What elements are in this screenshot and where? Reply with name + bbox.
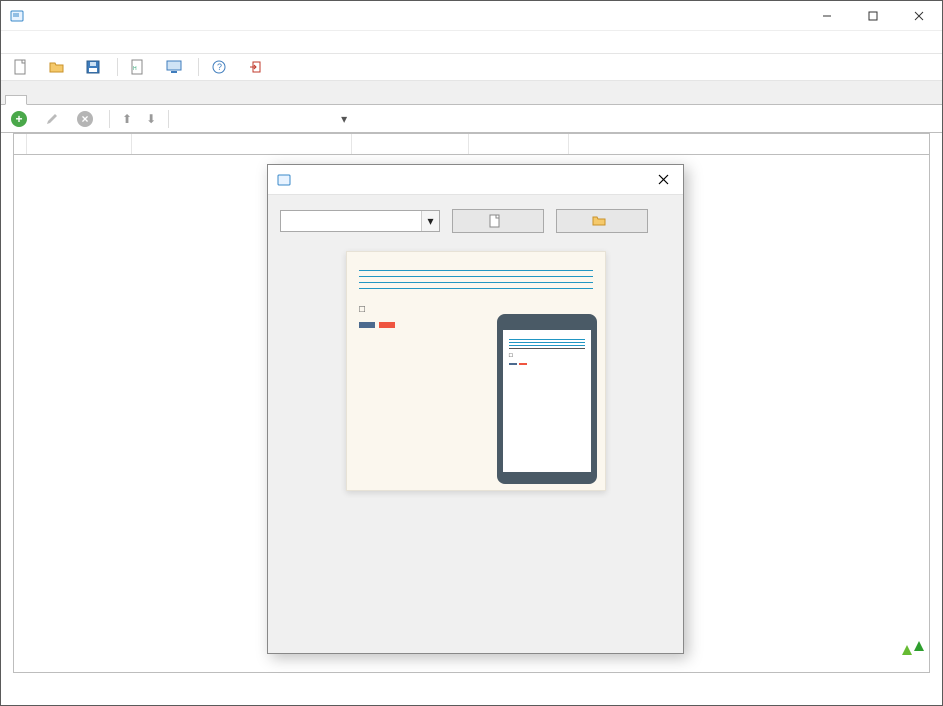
col-label-header[interactable] [132, 134, 352, 154]
templates-dropdown[interactable]: ▾ [191, 109, 351, 129]
tab-texts-labels[interactable] [49, 95, 71, 105]
main-toolbar: H ? [1, 53, 942, 81]
toolbar-save[interactable] [79, 57, 111, 77]
tabs-row [1, 81, 942, 105]
arrow-down-icon: ⬇ [146, 112, 156, 126]
toolbar-html-export[interactable]: H [124, 57, 156, 77]
x-circle-icon: × [77, 111, 93, 127]
fields-move-up-button[interactable]: ⬆ [118, 111, 136, 127]
save-disk-icon [85, 59, 101, 75]
tab-design[interactable] [71, 95, 93, 105]
preview-msg-value [359, 286, 593, 289]
menu-edit[interactable] [31, 40, 39, 44]
dialog-icon [276, 172, 292, 188]
preview-phone-frame: ☐ [497, 314, 597, 484]
open-folder-icon [592, 214, 606, 228]
fields-move-down-button[interactable]: ⬇ [142, 111, 160, 127]
form-preview: ☐ ☐ [346, 251, 606, 491]
tab-fields[interactable] [5, 95, 27, 105]
fields-edit-button[interactable] [41, 111, 67, 127]
phone-send-button [509, 363, 517, 365]
preview-name-value [359, 274, 593, 277]
phone-msg-value [509, 348, 585, 349]
toolbar-new[interactable] [7, 57, 39, 77]
toolbar-preview[interactable] [160, 57, 192, 77]
new-file-icon [488, 214, 502, 228]
menu-help[interactable] [97, 40, 105, 44]
fields-new-button[interactable]: + [7, 110, 35, 128]
preview-monitor-icon [166, 59, 182, 75]
col-name-header[interactable] [27, 134, 132, 154]
exit-door-icon [247, 59, 263, 75]
tab-mail-text[interactable] [93, 95, 115, 105]
phone-country-value [509, 345, 585, 346]
svg-text:?: ? [217, 62, 222, 72]
help-icon: ? [211, 59, 227, 75]
form-type-description [280, 491, 671, 505]
toolbar-separator [109, 110, 110, 128]
phone-name-value [509, 342, 585, 343]
toolbar-open[interactable] [43, 57, 75, 77]
dialog-new-button[interactable] [452, 209, 544, 233]
table-header-row [13, 133, 930, 155]
table-row-marker-header [14, 134, 27, 154]
phone-email-value [509, 339, 585, 340]
new-file-icon [13, 59, 29, 75]
menu-file[interactable] [9, 40, 17, 44]
col-error-header[interactable] [569, 134, 929, 154]
toolbar-separator [198, 58, 199, 76]
preview-checkbox-line: ☐ [359, 299, 593, 314]
svg-text:H: H [133, 66, 137, 72]
form-type-heading [280, 233, 671, 251]
col-type-header[interactable] [352, 134, 469, 154]
preview-email-value [359, 268, 593, 271]
dialog-open-button[interactable] [556, 209, 648, 233]
menu-settings[interactable] [75, 40, 83, 44]
menu-export[interactable] [53, 40, 61, 44]
dialog-titlebar [268, 165, 683, 195]
tab-html-code[interactable] [115, 95, 137, 105]
preview-country-value [359, 280, 593, 283]
fields-toolbar: + × ⬆ ⬇ ▾ [1, 105, 942, 133]
menubar [1, 31, 942, 53]
app-icon [9, 8, 25, 24]
phone-reset-button [519, 363, 527, 365]
form-type-dialog: ▾ ☐ [267, 164, 684, 654]
pencil-icon [45, 112, 59, 126]
chevron-down-icon: ▾ [341, 112, 351, 126]
window-close-button[interactable] [896, 1, 942, 31]
toolbar-help[interactable]: ? [205, 57, 237, 77]
titlebar [1, 1, 942, 31]
toolbar-exit[interactable] [241, 57, 273, 77]
tab-settings[interactable] [27, 95, 49, 105]
col-mandatory-header[interactable] [469, 134, 569, 154]
arrow-up-icon: ⬆ [122, 112, 132, 126]
fields-delete-button[interactable]: × [73, 110, 101, 128]
window-maximize-button[interactable] [850, 1, 896, 31]
toolbar-separator [168, 110, 169, 128]
chevron-down-icon: ▾ [421, 211, 439, 231]
toolbar-separator [117, 58, 118, 76]
dialog-close-button[interactable] [643, 165, 683, 195]
html-export-icon: H [130, 59, 146, 75]
open-folder-icon [49, 59, 65, 75]
plus-circle-icon: + [11, 111, 27, 127]
preview-send-button [359, 322, 375, 328]
preview-reset-button [379, 322, 395, 328]
form-type-dropdown[interactable]: ▾ [280, 210, 440, 232]
window-minimize-button[interactable] [804, 1, 850, 31]
